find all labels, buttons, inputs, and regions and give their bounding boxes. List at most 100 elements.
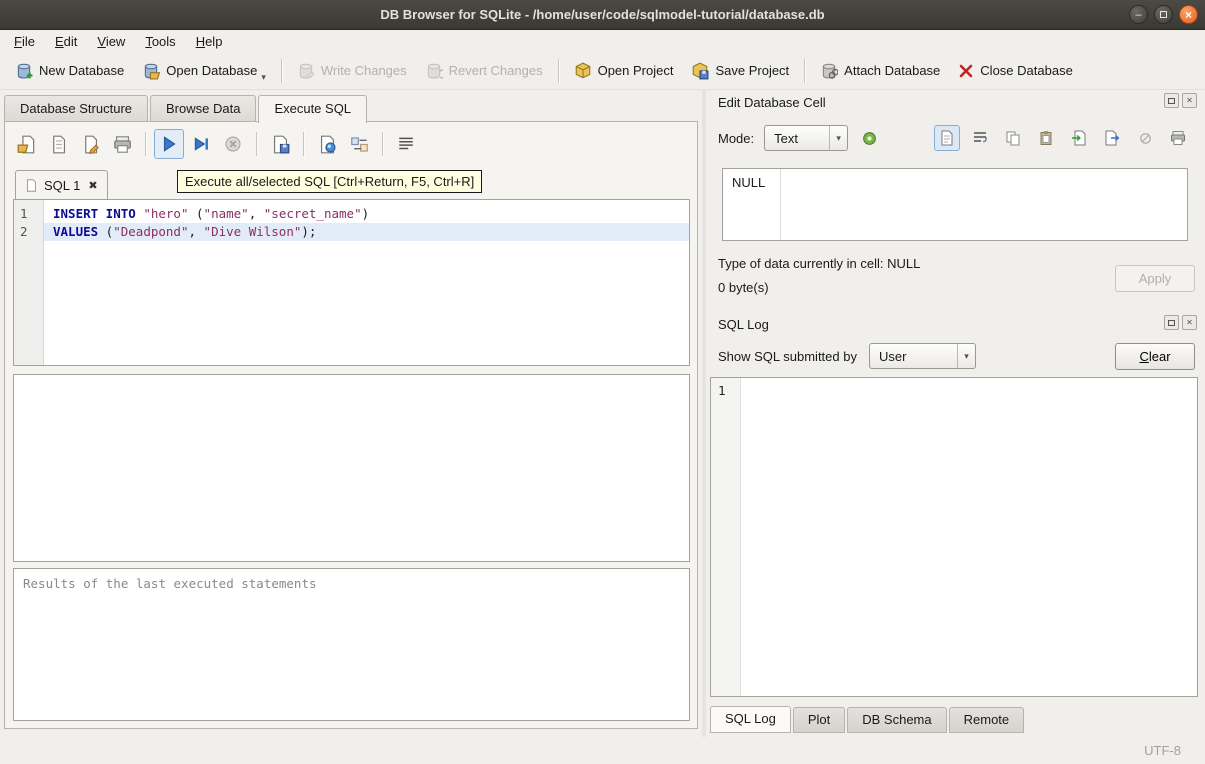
dock-close-button[interactable]: ✕ — [1182, 93, 1197, 108]
replace-button[interactable] — [344, 129, 374, 159]
execute-tooltip: Execute all/selected SQL [Ctrl+Return, F… — [177, 170, 482, 193]
sql-line-1: INSERT INTO "hero" ("name", "secret_name… — [44, 205, 689, 223]
submitted-by-combobox[interactable]: User ▾ — [869, 343, 976, 369]
save-sql-file-button[interactable] — [43, 129, 73, 159]
workspace: Database Structure Browse Data Execute S… — [0, 90, 1205, 737]
format-sql-icon — [397, 135, 415, 153]
open-sql-file-button[interactable] — [11, 129, 41, 159]
mode-combobox[interactable]: Text ▾ — [764, 125, 848, 151]
mode-label: Mode: — [718, 131, 754, 146]
log-content — [741, 378, 1197, 696]
log-line-number: 1 — [718, 383, 726, 398]
menu-edit[interactable]: Edit — [45, 32, 87, 51]
open-project-icon — [574, 62, 592, 80]
replace-icon — [350, 135, 369, 154]
new-database-button[interactable]: New Database — [6, 55, 133, 87]
save-results-icon — [271, 135, 290, 154]
open-in-external-button[interactable] — [856, 125, 882, 151]
menubar: File Edit View Tools Help — [0, 30, 1205, 52]
menu-file[interactable]: File — [4, 32, 45, 51]
revert-changes-button[interactable]: Revert Changes — [416, 55, 552, 87]
attach-database-button[interactable]: Attach Database — [811, 55, 949, 87]
tab-database-structure[interactable]: Database Structure — [4, 95, 148, 122]
sql-editor[interactable]: 1 2 INSERT INTO "hero" ("name", "secret_… — [13, 199, 690, 366]
tab-browse-data[interactable]: Browse Data — [150, 95, 256, 122]
open-database-button[interactable]: Open Database ▾ — [133, 55, 275, 87]
open-sql-file-icon — [17, 135, 36, 154]
menu-help[interactable]: Help — [186, 32, 233, 51]
sql-code-area[interactable]: INSERT INTO "hero" ("name", "secret_name… — [44, 200, 689, 365]
dock-float-button[interactable] — [1164, 315, 1179, 330]
import-icon — [1071, 130, 1087, 146]
maximize-button[interactable] — [1154, 5, 1173, 24]
print-sql-button[interactable] — [107, 129, 137, 159]
window-title: DB Browser for SQLite - /home/user/code/… — [0, 0, 1205, 30]
dock-tab-remote[interactable]: Remote — [949, 707, 1025, 733]
save-results-button[interactable] — [265, 129, 295, 159]
cell-editor-divider — [780, 169, 781, 240]
dock-tab-db-schema[interactable]: DB Schema — [847, 707, 946, 733]
line-number-gutter: 1 2 — [14, 200, 44, 365]
export-icon — [1104, 130, 1120, 146]
encoding-indicator: UTF-8 — [1144, 743, 1181, 758]
word-wrap-icon — [972, 130, 988, 146]
results-grid[interactable] — [13, 374, 690, 562]
format-sql-button[interactable] — [391, 129, 421, 159]
filter-value: User — [870, 349, 957, 364]
menu-tools[interactable]: Tools — [135, 32, 185, 51]
line-number: 1 — [14, 205, 43, 223]
open-database-icon — [142, 62, 160, 80]
dock-float-icon — [1168, 98, 1175, 104]
save-sql-file-icon — [49, 135, 68, 154]
save-sql-file-as-icon — [81, 135, 100, 154]
tab-close-icon[interactable]: ✖ — [86, 179, 97, 192]
menu-view[interactable]: View — [87, 32, 135, 51]
close-button[interactable]: × — [1179, 5, 1198, 24]
clear-log-button[interactable]: Clear — [1115, 343, 1195, 370]
cell-size-info: 0 byte(s) — [718, 280, 769, 295]
open-project-button[interactable]: Open Project — [565, 55, 683, 87]
execute-all-icon — [160, 135, 178, 153]
execute-current-line-button[interactable] — [186, 129, 216, 159]
sql-log-filter-row: Show SQL submitted by User ▾ Clear — [706, 342, 1205, 370]
sql-toolbar-separator — [303, 132, 304, 156]
minimize-button[interactable]: – — [1129, 5, 1148, 24]
cell-value-editor[interactable]: NULL — [722, 168, 1188, 241]
save-project-button[interactable]: Save Project — [682, 55, 798, 87]
word-wrap-button[interactable] — [967, 125, 993, 151]
dock-close-button[interactable]: ✕ — [1182, 315, 1197, 330]
sql-editor-tab[interactable]: SQL 1 ✖ — [15, 170, 108, 199]
import-cell-data-button[interactable] — [1066, 125, 1092, 151]
dock-close-icon: ✕ — [1186, 96, 1193, 105]
export-cell-data-button[interactable] — [1099, 125, 1125, 151]
sql-log-view[interactable]: 1 — [710, 377, 1198, 697]
cell-editor-toolbar: Mode: Text ▾ — [706, 124, 1205, 152]
copy-cell-button[interactable] — [1000, 125, 1026, 151]
stop-execution-button[interactable] — [218, 129, 248, 159]
print-cell-button[interactable] — [1165, 125, 1191, 151]
apply-button[interactable]: Apply — [1115, 265, 1195, 292]
results-message-pane[interactable]: Results of the last executed statements — [13, 568, 690, 721]
dock-float-button[interactable] — [1164, 93, 1179, 108]
dock-tab-sql-log[interactable]: SQL Log — [710, 706, 791, 733]
main-tab-bar: Database Structure Browse Data Execute S… — [4, 94, 369, 122]
cell-value: NULL — [732, 175, 765, 190]
find-button[interactable] — [312, 129, 342, 159]
statusbar: UTF-8 — [0, 737, 1205, 764]
mode-value: Text — [765, 131, 829, 146]
attach-database-icon — [820, 62, 838, 80]
text-document-icon — [939, 130, 955, 146]
close-database-button[interactable]: Close Database — [949, 55, 1082, 87]
tab-execute-sql[interactable]: Execute SQL — [258, 95, 367, 123]
paste-cell-button[interactable] — [1033, 125, 1059, 151]
write-changes-button[interactable]: Write Changes — [288, 55, 416, 87]
text-view-button[interactable] — [934, 125, 960, 151]
main-toolbar: New Database Open Database ▾ Write Chang… — [0, 52, 1205, 90]
dock-tab-plot[interactable]: Plot — [793, 707, 845, 733]
set-null-button[interactable] — [1132, 125, 1158, 151]
dock-tab-bar: SQL Log Plot DB Schema Remote — [710, 707, 1026, 733]
save-sql-file-as-button[interactable] — [75, 129, 105, 159]
execute-all-button[interactable] — [154, 129, 184, 159]
maximize-icon — [1160, 11, 1167, 18]
edit-cell-dock-title: Edit Database Cell ✕ — [706, 90, 1205, 114]
